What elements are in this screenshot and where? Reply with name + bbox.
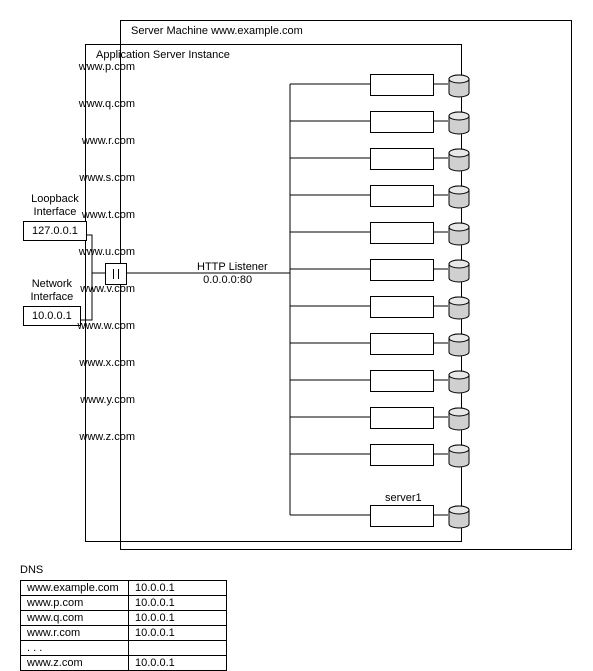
vhost-label: www.r.com (82, 135, 135, 147)
vhost-box (370, 111, 434, 133)
database-icon (448, 333, 470, 357)
dns-host: www.p.com (21, 596, 129, 611)
dns-row: . . . (21, 641, 227, 656)
dns-ip: 10.0.0.1 (129, 656, 227, 671)
dns-host: www.example.com (21, 581, 129, 596)
dns-row: www.p.com10.0.0.1 (21, 596, 227, 611)
vhost-label: www.w.com (78, 320, 135, 332)
database-icon (448, 505, 470, 529)
vhost-label: www.v.com (80, 283, 135, 295)
dns-host: www.r.com (21, 626, 129, 641)
vhost-label: www.s.com (79, 172, 135, 184)
http-listener: HTTP Listener 0.0.0.0:80 (197, 261, 268, 287)
database-icon (448, 148, 470, 172)
dns-row: www.q.com10.0.0.1 (21, 611, 227, 626)
loopback-label-2: Interface (34, 206, 77, 218)
vhost-box (370, 74, 434, 96)
listener-label-1: HTTP Listener (197, 261, 268, 273)
dns-block: DNS www.example.com10.0.0.1www.p.com10.0… (20, 564, 227, 671)
vhost-box (370, 148, 434, 170)
loopback-label-1: Loopback (31, 193, 79, 205)
default-name: server1 (385, 492, 422, 504)
dns-ip (129, 641, 227, 656)
vhost-label: www.q.com (79, 98, 135, 110)
vhost-box (370, 259, 434, 281)
database-icon (448, 407, 470, 431)
network-label-2: Interface (30, 291, 73, 303)
dns-table: www.example.com10.0.0.1www.p.com10.0.0.1… (20, 580, 227, 671)
vhost-box (370, 407, 434, 429)
server-machine-title: Server Machine www.example.com (131, 25, 303, 37)
database-icon (448, 296, 470, 320)
dns-host: www.z.com (21, 656, 129, 671)
loopback-ip: 127.0.0.1 (23, 221, 87, 241)
dns-host: . . . (21, 641, 129, 656)
app-server-title: Application Server Instance (96, 49, 230, 61)
vhost-label: www.y.com (80, 394, 135, 406)
vhost-label: www.z.com (79, 431, 135, 443)
database-icon (448, 259, 470, 283)
dns-row: www.r.com10.0.0.1 (21, 626, 227, 641)
vhost-box (370, 296, 434, 318)
database-icon (448, 222, 470, 246)
vhost-box (370, 333, 434, 355)
vhost-label: www.x.com (79, 357, 135, 369)
dns-ip: 10.0.0.1 (129, 626, 227, 641)
vhost-box (370, 185, 434, 207)
listener-label-2: 0.0.0.0:80 (203, 274, 252, 286)
database-icon (448, 185, 470, 209)
vhost-label: www.u.com (79, 246, 135, 258)
dns-title: DNS (20, 564, 227, 576)
vhost-box (370, 505, 434, 527)
dns-ip: 10.0.0.1 (129, 611, 227, 626)
vhost-label: www.p.com (79, 61, 135, 73)
vhost-label: www.t.com (82, 209, 135, 221)
network-interface: Network Interface 10.0.0.1 (23, 278, 81, 326)
database-icon (448, 444, 470, 468)
database-icon (448, 74, 470, 98)
vhost-box (370, 222, 434, 244)
database-icon (448, 370, 470, 394)
dns-row: www.z.com10.0.0.1 (21, 656, 227, 671)
nic-icon (105, 263, 127, 285)
dns-ip: 10.0.0.1 (129, 581, 227, 596)
virtual-hosting-diagram: Server Machine www.example.com Applicati… (20, 20, 573, 639)
network-label-1: Network (32, 278, 72, 290)
dns-host: www.q.com (21, 611, 129, 626)
dns-ip: 10.0.0.1 (129, 596, 227, 611)
database-icon (448, 111, 470, 135)
network-ip: 10.0.0.1 (23, 306, 81, 326)
dns-row: www.example.com10.0.0.1 (21, 581, 227, 596)
vhost-box (370, 370, 434, 392)
vhost-box (370, 444, 434, 466)
loopback-interface: Loopback Interface 127.0.0.1 (23, 193, 87, 241)
